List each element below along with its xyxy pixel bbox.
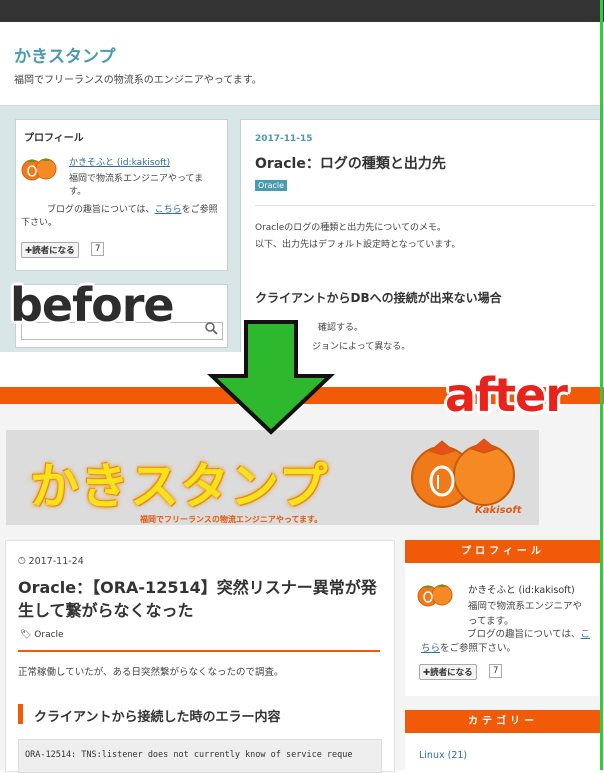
blog-tagline: 福岡でフリーランスの物流系のエンジニアやってます。	[14, 75, 262, 86]
subscribe-button[interactable]: ✚読者になる	[21, 242, 79, 258]
profile-description: 福岡で物流系エンジニアやってます。	[69, 174, 204, 197]
divider	[18, 650, 380, 652]
post-date-text: 2017-11-24	[28, 556, 84, 567]
blog-note-text: ブログの趣旨については、	[467, 629, 581, 640]
post-title[interactable]: Oracle：【ORA-12514】突然リスナー異常が発生して繋がらなくなった	[18, 576, 383, 622]
profile-heading: プロフィール	[405, 540, 601, 563]
profile-username[interactable]: かきそふと (id:kakisoft)	[468, 582, 575, 596]
profile-module: プロフィール かきそふと (id:kakisoft) 福岡で物流系エンジニアや …	[405, 540, 601, 696]
down-arrow-icon	[206, 320, 336, 435]
heading-accent-bar	[18, 704, 23, 724]
post-title[interactable]: Oracle：ログの種類と出力先	[255, 153, 446, 173]
before-label: before	[10, 278, 175, 332]
profile-description: 福岡で物流系エンジニアや	[468, 601, 583, 612]
profile-heading: プロフィール	[24, 133, 84, 144]
post-paragraph: 正常稼働していたが、ある日突然繋がらなくなったので調査。	[18, 667, 284, 678]
post-heading: クライアントから接続した時のエラー内容	[34, 710, 281, 725]
category-module: カテゴリー Linux (21)	[405, 710, 601, 770]
persimmon-avatar-icon[interactable]	[417, 580, 453, 608]
after-screenshot: かきスタンプ 福岡でフリーランスの物流エンジニアやってます。 Kakisoft …	[0, 387, 604, 773]
tag-icon: 🏷︎	[20, 630, 35, 640]
persimmon-logo-icon	[411, 438, 515, 508]
post-date[interactable]: 2017-11-15	[255, 134, 313, 144]
profile-description: ってます。	[468, 616, 514, 627]
right-border-line	[600, 0, 603, 770]
after-label: after	[445, 368, 568, 422]
logo-text[interactable]: かきスタンプ	[30, 447, 329, 518]
post-paragraph: 以下、出力先はデフォルト設定時となっています。	[255, 240, 461, 250]
divider	[255, 205, 595, 206]
blog-header: かきスタンプ 福岡でフリーランスの物流系のエンジニアやってます。	[0, 22, 604, 106]
blog-title[interactable]: かきスタンプ	[14, 42, 116, 67]
persimmon-avatar-icon[interactable]	[21, 154, 57, 182]
post-date[interactable]: 🕒︎ 2017-11-24	[18, 556, 84, 567]
blog-note-text: ブログの趣旨については、	[47, 205, 155, 215]
post-heading: クライアントからDBへの接続が出来ない場合	[255, 291, 502, 305]
subscriber-count: 7	[91, 242, 105, 256]
code-text: ORA-12514: TNS:listener does not current…	[25, 750, 353, 760]
post-article: 🕒︎ 2017-11-24 Oracle：【ORA-12514】突然リスナー異常…	[5, 540, 395, 773]
blog-note-link[interactable]: こちら	[155, 205, 182, 215]
post-tag-label: Oracle	[34, 630, 64, 640]
profile-username[interactable]: かきそふと (id:kakisoft)	[69, 155, 170, 168]
logo-brand: Kakisoft	[475, 505, 522, 516]
post-tag[interactable]: 🏷︎ Oracle	[20, 630, 64, 640]
code-block: ORA-12514: TNS:listener does not current…	[18, 739, 382, 773]
post-paragraph: Oracleのログの種類と出力先についてのメモ。	[255, 223, 447, 233]
post-category-badge[interactable]: Oracle	[255, 180, 288, 191]
category-heading: カテゴリー	[405, 710, 601, 733]
profile-blog-note: ブログの趣旨については、こちらをご参照下さい。	[421, 628, 597, 656]
blog-note-suffix: をご参照下さい。	[440, 643, 517, 654]
clock-icon: 🕒︎	[18, 556, 29, 567]
profile-module: プロフィール かきそふと (id:kakisoft) 福岡で物流系エンジニアやっ…	[15, 119, 228, 271]
subscribe-button[interactable]: ✚読者になる	[419, 664, 477, 680]
profile-blog-note: ブログの趣旨については、こちらをご参照下さい。	[21, 204, 221, 230]
category-item[interactable]: Linux (21)	[419, 750, 467, 761]
top-bar	[0, 0, 604, 22]
subscriber-count: 7	[489, 664, 503, 678]
logo-tagline: 福岡でフリーランスの物流エンジニアやってます。	[140, 515, 323, 524]
